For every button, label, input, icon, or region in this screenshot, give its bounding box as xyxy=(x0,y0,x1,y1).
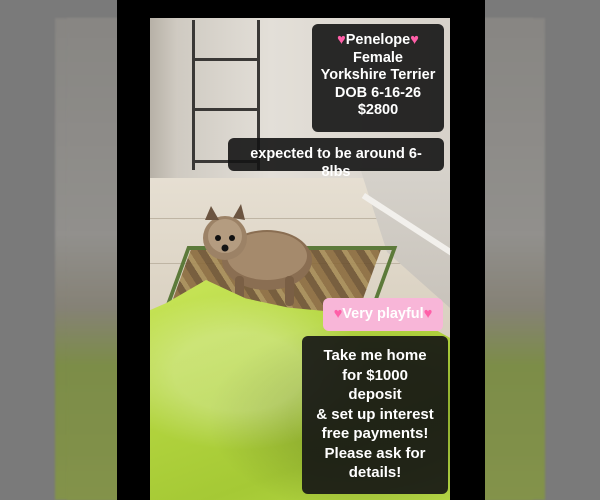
puppy-price: $2800 xyxy=(357,102,399,118)
name-card: ♥Penelope♥ Female Yorkshire Terrier DOB … xyxy=(312,24,444,132)
deposit-line-1: Take me home xyxy=(323,347,427,364)
puppy-name: Penelope xyxy=(345,32,411,48)
heart-icon: ♥ xyxy=(337,32,346,48)
deposit-card: Take me home for $1000 deposit & set up … xyxy=(302,336,448,494)
deposit-line-4: & set up interest xyxy=(316,405,434,423)
deposit-line-5: free payments! xyxy=(321,425,429,442)
door xyxy=(150,18,178,188)
deposit-line-3: deposit xyxy=(348,386,402,403)
heart-icon: ♥ xyxy=(333,306,343,322)
heart-icon: ♥ xyxy=(423,306,433,322)
deposit-line-2: for $1000 xyxy=(342,366,408,384)
puppy-dob: DOB 6-16-26 xyxy=(334,84,422,101)
puppy-breed: Yorkshire Terrier xyxy=(320,67,436,83)
deposit-line-7: details! xyxy=(348,464,402,481)
weight-note: expected to be around 6-8lbs xyxy=(228,138,444,180)
puppy-sex: Female xyxy=(353,49,403,66)
trait-text: Very playful xyxy=(342,306,424,322)
name-line: ♥Penelope♥ xyxy=(320,32,436,50)
deposit-line-6: Please ask for xyxy=(324,444,426,462)
heart-icon: ♥ xyxy=(410,32,419,48)
trait-tag: ♥Very playful♥ xyxy=(323,298,443,331)
